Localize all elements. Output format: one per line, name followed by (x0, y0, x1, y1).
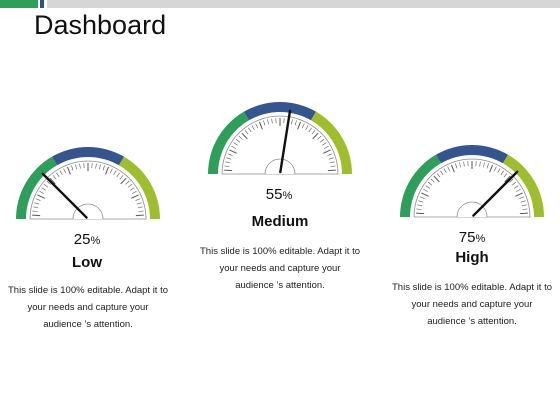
gauge-high (400, 145, 544, 218)
gauge-low-label: Low (72, 254, 102, 271)
high-tick-40 (519, 212, 528, 215)
gauge-low (16, 147, 160, 220)
gauge-medium-description: This slide is 100% editable. Adapt it to… (200, 246, 361, 291)
accent-bar-green (0, 0, 38, 8)
accent-bar-gray (47, 0, 560, 8)
medium-tick-0 (224, 169, 233, 172)
gauge-high-label: High (455, 249, 489, 266)
page-title: Dashboard (34, 10, 167, 40)
gauge-low-number: 25 (73, 231, 91, 248)
gauge-high-value: 75% (412, 229, 532, 246)
gauge-high-number: 75 (458, 229, 476, 246)
gauge-medium-value: 55% (219, 186, 339, 203)
gauge-medium-label: Medium (251, 213, 309, 230)
low-tick-40 (135, 214, 144, 217)
gauge-low-value: 25% (27, 231, 147, 248)
gauge-medium (208, 102, 352, 175)
high-tick-0 (416, 212, 425, 215)
gauge-low-percent-sign: % (90, 235, 101, 247)
low-tick-0 (32, 214, 41, 217)
medium-tick-40 (327, 169, 336, 172)
gauge-medium-percent-sign: % (282, 190, 293, 202)
accent-bar-navy (40, 0, 44, 8)
gauge-medium-number: 55 (265, 186, 283, 203)
gauge-high-percent-sign: % (475, 233, 486, 245)
gauge-low-description: This slide is 100% editable. Adapt it to… (8, 285, 169, 330)
gauge-high-description: This slide is 100% editable. Adapt it to… (392, 282, 553, 327)
